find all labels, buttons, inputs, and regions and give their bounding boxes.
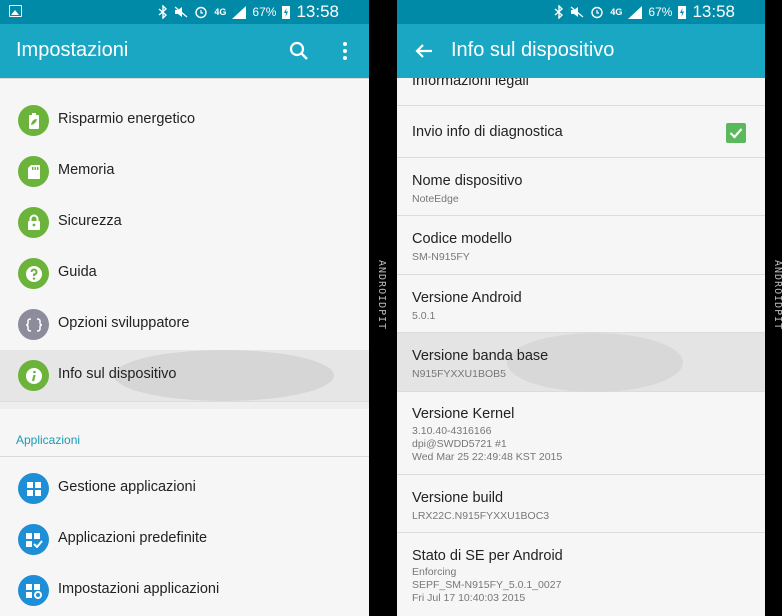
device-info-list: Informazioni legali Invio info di diagno… [397,78,765,616]
info-item-value: 3.10.40-4316166 [412,425,492,437]
info-item-legal[interactable]: Informazioni legali [397,78,765,106]
battery-leaf-icon [18,105,49,136]
setting-item-about-device[interactable]: Info sul dispositivo [0,350,369,401]
info-item-title: Codice modello [412,231,512,247]
info-item-value: LRX22C.N915FYXXU1BOC3 [412,510,550,522]
info-item-value: Fri Jul 17 10:40:03 2015 [412,592,526,604]
setting-item-label: Info sul dispositivo [58,366,177,382]
info-item-android-version[interactable]: Versione Android 5.0.1 [397,275,765,333]
status-bar: 4G 67% 13:58 [0,0,369,24]
search-icon [289,41,308,60]
setting-item-label: Impostazioni applicazioni [58,581,220,597]
clock: 13:58 [692,2,735,21]
info-item-title: Versione build [412,490,504,506]
battery-charging-icon [678,6,687,19]
info-item-title: Nome dispositivo [412,173,523,189]
info-item-title: Versione Android [412,290,522,306]
info-item-value: Wed Mar 25 22:49:48 KST 2015 [412,451,563,463]
info-item-value: NoteEdge [412,193,459,205]
braces-icon [18,309,49,340]
setting-item-label: Applicazioni predefinite [58,530,208,546]
bluetooth-icon [554,5,564,19]
grid-gear-icon [18,575,49,606]
battery-percent: 67% [252,5,277,19]
info-item-value: Enforcing [412,566,457,578]
network-type: 4G [610,7,623,17]
battery-percent: 67% [648,5,673,19]
info-item-value: 5.0.1 [412,310,436,322]
back-button[interactable] [404,24,444,78]
app-bar: Info sul dispositivo [397,24,765,78]
setting-item-power-saving[interactable]: Risparmio energetico [0,95,369,146]
info-item-value: N915FYXXU1BOB5 [412,368,506,380]
mute-icon [174,6,188,18]
battery-charging-icon [282,6,291,19]
setting-item-label: Guida [58,264,97,280]
status-bar: 4G 67% 13:58 [397,0,765,24]
setting-item-app-settings[interactable]: Impostazioni applicazioni [0,565,369,616]
setting-item-help[interactable]: Guida [0,248,369,299]
info-item-title: Versione banda base [412,348,549,364]
section-header-apps: Applicazioni [16,433,81,447]
info-item-title: Invio info di diagnostica [412,124,563,140]
setting-item-security[interactable]: Sicurezza [0,197,369,248]
info-item-model-number[interactable]: Codice modello SM-N915FY [397,216,765,275]
info-icon [18,360,49,391]
overflow-menu-button[interactable] [325,24,365,78]
lock-icon [18,207,49,238]
diagnostics-checkbox[interactable] [726,123,746,143]
info-item-device-name[interactable]: Nome dispositivo NoteEdge [397,158,765,216]
setting-item-label: Memoria [58,162,115,178]
setting-item-default-apps[interactable]: Applicazioni predefinite [0,514,369,565]
setting-item-label: Opzioni sviluppatore [58,315,190,331]
info-item-value: SM-N915FY [412,251,470,263]
bluetooth-icon [158,5,168,19]
info-item-se-android-status[interactable]: Stato di SE per Android Enforcing SEPF_S… [397,533,765,616]
question-icon [18,258,49,289]
checkmark-icon [729,128,743,139]
info-item-title: Informazioni legali [412,78,529,89]
alarm-icon [195,6,208,19]
info-item-value: dpi@SWDD5721 #1 [412,438,507,450]
network-type: 4G [214,7,227,17]
setting-item-label: Gestione applicazioni [58,479,196,495]
setting-item-label: Sicurezza [58,213,122,229]
sd-card-icon [18,156,49,187]
info-item-build-number[interactable]: Versione build LRX22C.N915FYXXU1BOC3 [397,475,765,533]
info-item-diagnostics[interactable]: Invio info di diagnostica [397,106,765,158]
page-title: Info sul dispositivo [451,39,615,61]
arrow-back-icon [415,44,432,58]
mute-icon [570,6,584,18]
grid-icon [18,473,49,504]
about-device-screen: 4G 67% 13:58 Info sul dispositivo Inform… [397,0,765,616]
settings-screen: 4G 67% 13:58 Impostazioni Risparmio ener… [0,0,369,616]
info-item-value: SEPF_SM-N915FY_5.0.1_0027 [412,579,562,591]
info-item-baseband-version[interactable]: Versione banda base N915FYXXU1BOB5 [397,333,765,392]
info-item-title: Stato di SE per Android [412,548,563,564]
info-item-kernel-version[interactable]: Versione Kernel 3.10.40-4316166 dpi@SWDD… [397,392,765,475]
setting-item-developer-options[interactable]: Opzioni sviluppatore [0,299,369,350]
setting-item-storage[interactable]: Memoria [0,146,369,197]
watermark-logo: ANDROIDPIT [376,260,387,331]
more-vert-icon [343,42,347,60]
setting-item-label: Risparmio energetico [58,111,196,127]
info-item-title: Versione Kernel [412,406,515,422]
setting-item-app-manager[interactable]: Gestione applicazioni [0,463,369,514]
settings-list: Risparmio energetico Memoria Sicurezza G… [0,78,369,616]
clock: 13:58 [296,2,339,21]
signal-icon [628,5,643,19]
gallery-notification-icon [9,5,22,17]
signal-icon [232,5,247,19]
page-title: Impostazioni [16,39,129,61]
grid-check-icon [18,524,49,555]
watermark-logo: ANDROIDPIT [772,260,782,331]
search-button[interactable] [279,24,319,78]
alarm-icon [591,6,604,19]
app-bar: Impostazioni [0,24,369,78]
